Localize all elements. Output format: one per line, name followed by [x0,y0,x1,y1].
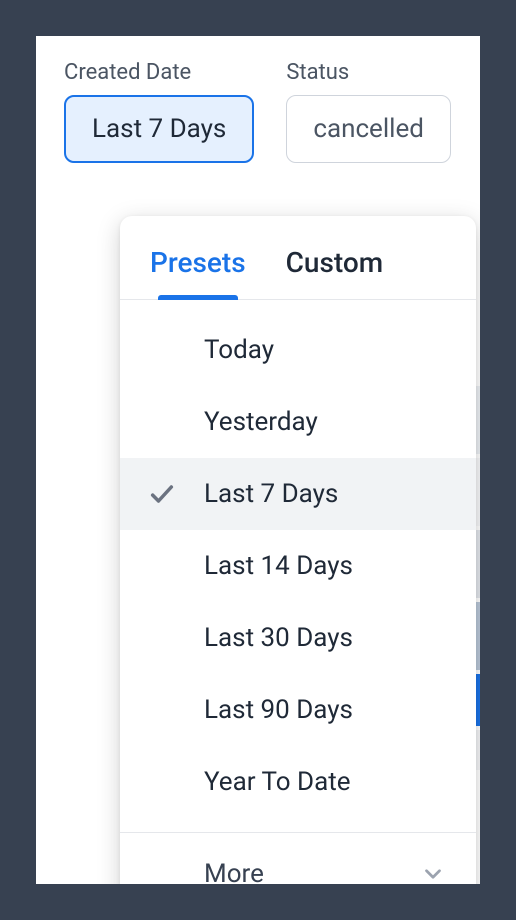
tab-presets[interactable]: Presets [150,246,246,299]
check-icon [148,480,176,508]
preset-option-last-30-days[interactable]: Last 30 Days [120,602,476,674]
chevron-down-icon [420,861,446,885]
check-slot [148,480,204,508]
preset-options-list: Today Yesterday Last 7 Days Last 14 Days [120,300,476,832]
more-button[interactable]: More [120,832,476,884]
created-date-label: Created Date [64,60,254,85]
tab-custom[interactable]: Custom [286,246,384,299]
preset-option-label: Last 90 Days [204,695,353,725]
preset-option-yesterday[interactable]: Yesterday [120,386,476,458]
date-preset-dropdown: Presets Custom Today Yesterday Last 7 Da… [120,216,476,884]
status-filter: Status cancelled [286,60,451,163]
preset-option-last-90-days[interactable]: Last 90 Days [120,674,476,746]
created-date-filter: Created Date Last 7 Days [64,60,254,163]
filters-row: Created Date Last 7 Days Status cancelle… [64,60,452,163]
preset-option-last-7-days[interactable]: Last 7 Days [120,458,476,530]
preset-option-last-14-days[interactable]: Last 14 Days [120,530,476,602]
status-button[interactable]: cancelled [286,95,451,163]
status-label: Status [286,60,451,85]
created-date-button[interactable]: Last 7 Days [64,95,254,163]
filter-panel: Created Date Last 7 Days Status cancelle… [36,36,480,884]
preset-option-label: Last 14 Days [204,551,353,581]
preset-option-label: Last 30 Days [204,623,353,653]
preset-option-today[interactable]: Today [120,314,476,386]
preset-option-label: Yesterday [204,407,318,437]
preset-option-label: Year To Date [204,767,351,797]
preset-option-year-to-date[interactable]: Year To Date [120,746,476,818]
dropdown-tabs: Presets Custom [120,216,476,300]
preset-option-label: Last 7 Days [204,479,338,509]
more-label: More [204,859,264,885]
created-date-value: Last 7 Days [92,114,226,144]
preset-option-label: Today [204,335,274,365]
status-value: cancelled [313,114,424,144]
